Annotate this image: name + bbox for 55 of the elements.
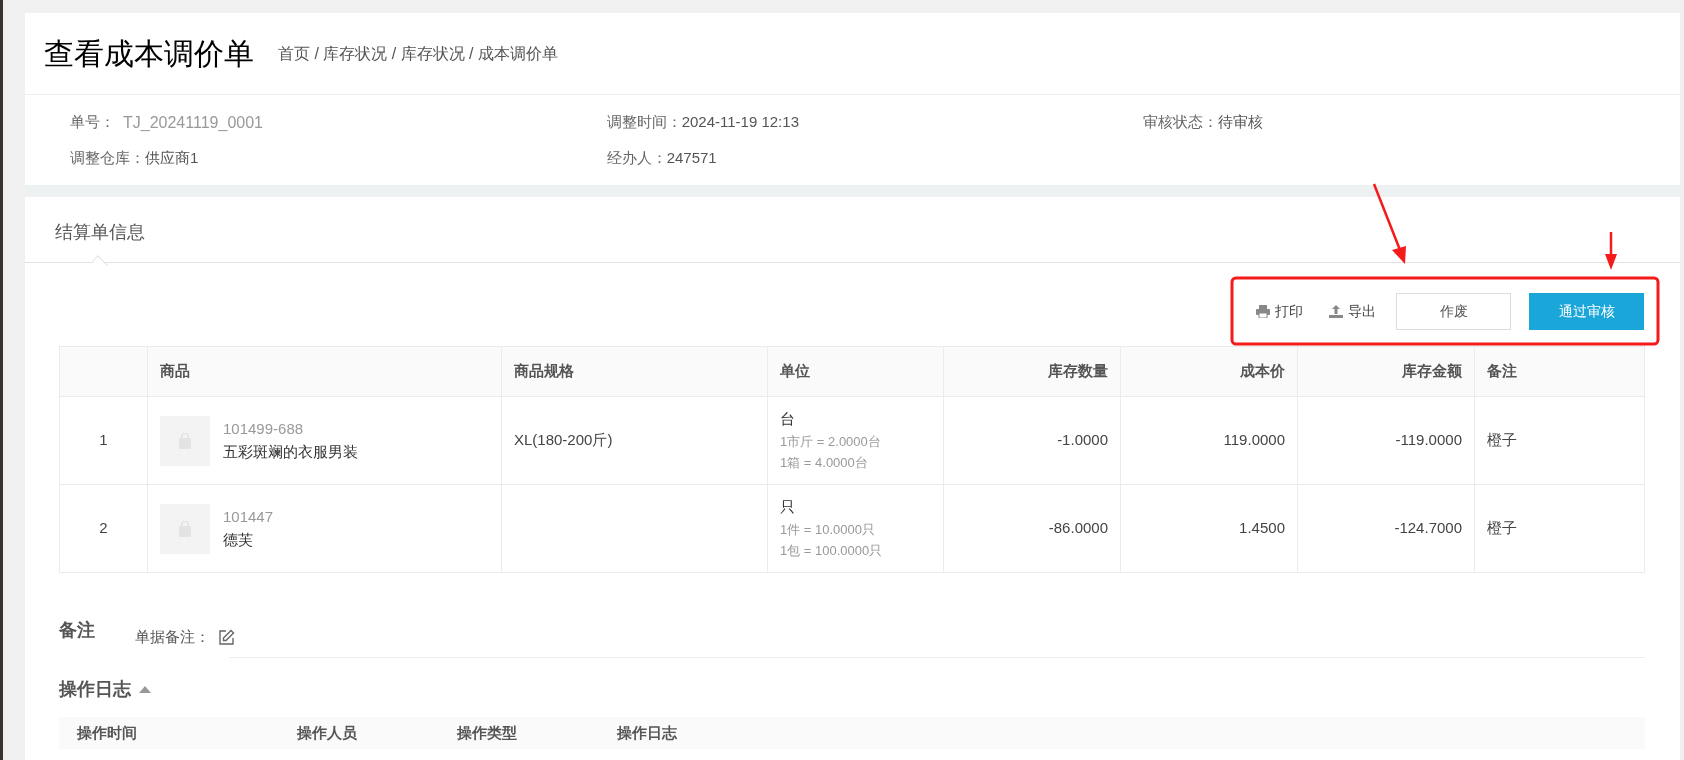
column-header: 成本价: [1240, 362, 1285, 380]
column-header: 操作时间: [77, 722, 138, 743]
table-cell: -1.0000: [1057, 431, 1108, 449]
table-cell: -86.0000: [1048, 519, 1108, 537]
table-cell: 119.0000: [1223, 431, 1285, 449]
field-label: 审核状态：: [1143, 111, 1219, 132]
column-header: 库存金额: [1402, 362, 1462, 380]
product-name: 五彩斑斓的衣服男装: [223, 441, 358, 462]
column-header: 商品规格: [514, 362, 574, 380]
breadcrumb: 首页 / 库存状况 / 库存状况 / 成本调价单: [278, 43, 558, 64]
unit-text: 台: [780, 409, 796, 430]
page-title: 查看成本调价单: [44, 36, 254, 72]
table-cell: -119.0000: [1395, 431, 1462, 449]
table-cell: 橙子: [1487, 431, 1517, 449]
unit-conversion: 1件 = 10.0000只: [780, 520, 877, 539]
toolbar-link[interactable]: 打印: [1250, 300, 1309, 322]
void-button[interactable]: 作废: [1396, 292, 1511, 330]
product-code: 101447: [223, 507, 274, 527]
column-header: 库存数量: [1048, 362, 1108, 380]
field-value: 247571: [666, 147, 717, 168]
upload-icon: [1329, 304, 1343, 318]
field-value: TJ_20241119_0001: [123, 112, 263, 133]
table-cell: 橙子: [1487, 519, 1517, 537]
unit-conversion: 1箱 = 4.0000台: [780, 453, 869, 472]
field-value: 待审核: [1218, 111, 1264, 132]
field-label: 单据备注：: [135, 626, 210, 647]
edit-icon[interactable]: [218, 628, 235, 646]
field-label: 调整时间：: [606, 111, 682, 132]
column-header: 单位: [780, 362, 810, 380]
field-label: 单号：: [70, 111, 115, 132]
column-header: 商品: [160, 362, 190, 380]
unit-text: 只: [780, 497, 796, 518]
unit-conversion: 1包 = 100.0000只: [780, 541, 884, 560]
field-label: 调整仓库：: [70, 147, 145, 168]
unit-conversion: 1市斤 = 2.0000台: [780, 432, 882, 451]
product-code: 101499-688: [223, 419, 305, 439]
column-header: 操作人员: [297, 722, 358, 743]
section-heading: 备注: [59, 619, 96, 642]
column-header: 备注: [1487, 362, 1517, 380]
table-cell: -124.7000: [1394, 519, 1462, 537]
column-header: 操作类型: [457, 722, 518, 743]
printer-icon: [1256, 304, 1270, 318]
product-name: 德芙: [223, 529, 254, 550]
field-value: 供应商1: [145, 147, 199, 168]
toolbar-link[interactable]: 导出: [1323, 300, 1382, 322]
section-heading: 操作日志: [59, 678, 131, 701]
table-cell: 1.4500: [1239, 519, 1285, 537]
row-number: 2: [99, 519, 108, 537]
field-value: 2024-11-19 12:13: [681, 111, 799, 132]
spec-text: XL(180-200斤): [514, 431, 613, 449]
annotation-arrow: [1605, 232, 1617, 270]
column-header: 操作日志: [617, 722, 678, 743]
row-number: 1: [99, 431, 108, 449]
caret-icon[interactable]: [139, 686, 151, 693]
field-label: 经办人：: [606, 147, 667, 168]
